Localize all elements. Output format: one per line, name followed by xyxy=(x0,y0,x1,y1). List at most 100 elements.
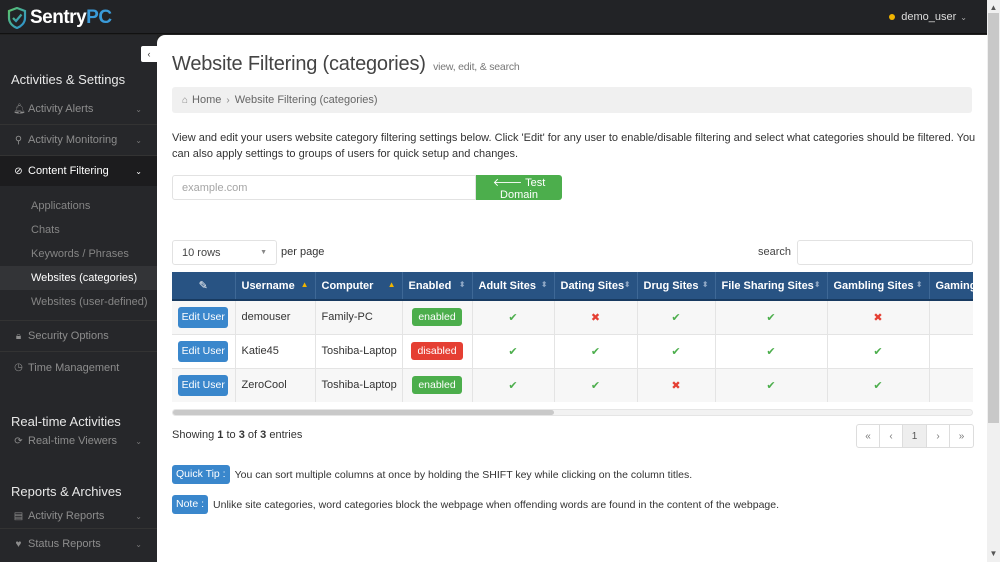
check-icon: ✔ xyxy=(766,379,776,392)
sidebar: Activities & Settings 🔔︎ Activity Alerts… xyxy=(0,35,157,562)
gambling-cell: ✔ xyxy=(827,368,930,402)
prev-page-button[interactable]: ‹ xyxy=(880,425,903,447)
search-input[interactable] xyxy=(797,240,973,265)
col-enabled[interactable]: Enabled ⬍ xyxy=(402,272,473,301)
col-gambling-sites[interactable]: Gambling Sites ⬍ xyxy=(827,272,930,301)
scroll-down-icon[interactable]: ▼ xyxy=(987,548,1000,560)
col-file-sharing-sites[interactable]: File Sharing Sites ⬍ xyxy=(715,272,828,301)
cross-icon: ✖ xyxy=(671,379,681,392)
col-computer[interactable]: Computer ▲ xyxy=(315,272,403,301)
users-table-container: ✎ Username ▲ Computer ▲ Enabled ⬍ Adult Sit… xyxy=(172,272,973,402)
gaming-cell xyxy=(929,300,973,335)
computer-cell: Toshiba-Laptop xyxy=(315,368,403,402)
check-icon: ✔ xyxy=(671,311,681,324)
breadcrumb: ⌂ Home › Website Filtering (categories) xyxy=(172,87,972,113)
sidebar-subitem-chats[interactable]: Chats xyxy=(0,218,157,242)
edit-user-button[interactable]: Edit User xyxy=(178,374,229,396)
sidebar-item-activity-reports[interactable]: ▤ Activity Reports ⌄ xyxy=(0,504,157,529)
username-cell: ZeroCool xyxy=(235,368,316,402)
sidebar-section-title: Activities & Settings xyxy=(11,72,126,87)
sort-icon: ⬍ xyxy=(915,279,923,289)
domain-input[interactable] xyxy=(172,175,476,200)
edit-user-button[interactable]: Edit User xyxy=(178,340,229,362)
status-dot-icon xyxy=(889,14,896,20)
sidebar-item-status-reports[interactable]: ♥ Status Reports ⌄ xyxy=(0,529,157,559)
sidebar-item-label: Time Management xyxy=(28,361,120,374)
file-sharing-cell: ✔ xyxy=(715,334,828,369)
sort-icon: ⬍ xyxy=(701,279,709,289)
gaming-cell xyxy=(929,368,973,402)
sidebar-item-time-management[interactable]: ◷ Time Management xyxy=(0,352,157,383)
sidebar-item-activity-alerts[interactable]: 🔔︎ Activity Alerts ⌄ xyxy=(0,94,157,125)
col-dating-sites[interactable]: Dating Sites ⬍ xyxy=(554,272,638,301)
check-icon: ✔ xyxy=(590,345,601,358)
edit-user-button[interactable]: Edit User xyxy=(178,306,229,328)
adult-cell: ✔ xyxy=(472,300,555,335)
sidebar-item-security-options[interactable]: 🔒︎ Security Options xyxy=(0,321,157,352)
heartbeat-icon: ♥ xyxy=(15,538,22,550)
gaming-cell xyxy=(929,334,973,369)
page-vertical-scrollbar[interactable]: ▲ ▼ xyxy=(987,0,1000,562)
col-username[interactable]: Username ▲ xyxy=(235,272,316,301)
page-title: Website Filtering (categories) view, edi… xyxy=(172,53,520,75)
sidebar-item-activity-monitoring[interactable]: ⚲ Activity Monitoring ⌄ xyxy=(0,125,157,156)
check-icon: ✔ xyxy=(590,379,601,392)
sidebar-subitem-websites-categories[interactable]: Websites (categories) xyxy=(0,266,157,290)
sidebar-item-label: Content Filtering xyxy=(28,165,109,177)
home-icon: ⌂ xyxy=(182,94,189,106)
sidebar-collapse-button[interactable]: ‹ xyxy=(141,46,157,62)
drug-cell: ✔ xyxy=(637,334,716,369)
sidebar-subitem-keywords[interactable]: Keywords / Phrases xyxy=(0,242,157,266)
top-bar: SentryPC demo_user ⌄ xyxy=(0,0,987,34)
drug-cell: ✖ xyxy=(637,368,716,402)
col-drug-sites[interactable]: Drug Sites ⬍ xyxy=(637,272,716,301)
test-domain-button[interactable]: 🡐 Test Domain xyxy=(476,175,562,201)
table-row: Edit User ZeroCool Toshiba-Laptop enabled ✔ ✔… xyxy=(172,368,973,402)
logo[interactable]: SentryPC xyxy=(7,7,112,29)
file-sharing-cell: ✔ xyxy=(715,300,828,335)
sidebar-subitem-websites-user-defined[interactable]: Websites (user-defined) xyxy=(0,290,157,314)
col-gaming[interactable]: Gaming xyxy=(929,272,973,301)
sidebar-item-content-filtering[interactable]: ⊘ Content Filtering ⌄ xyxy=(0,156,157,186)
edit-cell: Edit User xyxy=(172,300,236,335)
sidebar-item-label: Real-time Viewers xyxy=(28,435,118,447)
quick-tip-text: You can sort multiple columns at once by… xyxy=(234,468,693,481)
next-page-button[interactable]: › xyxy=(927,425,950,447)
scrollbar-thumb[interactable] xyxy=(173,410,554,415)
gambling-cell: ✔ xyxy=(827,334,930,369)
sort-asc-icon: ▲ xyxy=(387,279,396,289)
first-page-button[interactable]: « xyxy=(857,425,880,447)
report-icon: ▤ xyxy=(13,510,24,522)
table-horizontal-scrollbar[interactable] xyxy=(172,409,973,416)
breadcrumb-home[interactable]: Home xyxy=(192,94,221,106)
chevron-down-icon: ⌄ xyxy=(135,135,142,145)
check-icon: ✔ xyxy=(508,345,518,358)
cross-icon: ✖ xyxy=(873,311,883,324)
check-icon: ✔ xyxy=(873,345,883,358)
sidebar-item-label: Activity Monitoring xyxy=(28,134,118,146)
quick-tip-label: Quick Tip : xyxy=(172,465,230,484)
check-icon: ✔ xyxy=(766,345,776,358)
sort-icon: ⬍ xyxy=(540,279,548,289)
sort-asc-icon: ▲ xyxy=(300,279,309,289)
scrollbar-thumb[interactable] xyxy=(988,13,999,423)
enabled-cell: enabled xyxy=(402,368,473,402)
intro-text: View and edit your users website categor… xyxy=(172,132,976,160)
adult-cell: ✔ xyxy=(472,334,555,369)
user-menu[interactable]: demo_user ⌄ xyxy=(889,11,967,23)
search-label: search xyxy=(758,246,792,258)
note: Note : Unlike site categories, word cate… xyxy=(172,495,779,514)
table-body: Edit User demouser Family-PC enabled ✔ ✖ ✔ ✔ ✖ Ed… xyxy=(172,300,973,402)
col-adult-sites[interactable]: Adult Sites ⬍ xyxy=(472,272,555,301)
sidebar-item-realtime-viewers[interactable]: ⟳ Real-time Viewers ⌄ xyxy=(0,432,157,450)
note-label: Note : xyxy=(172,495,209,514)
last-page-button[interactable]: » xyxy=(950,425,973,447)
breadcrumb-separator-icon: › xyxy=(226,94,230,106)
sidebar-subitem-applications[interactable]: Applications xyxy=(0,194,157,218)
arrow-left-icon: 🡐 xyxy=(492,177,523,189)
chevron-left-icon: ‹ xyxy=(147,49,151,59)
rows-per-page-select[interactable]: 10 rows ▼ xyxy=(172,240,277,265)
status-badge: enabled xyxy=(412,376,462,394)
page-1-button[interactable]: 1 xyxy=(903,425,927,447)
